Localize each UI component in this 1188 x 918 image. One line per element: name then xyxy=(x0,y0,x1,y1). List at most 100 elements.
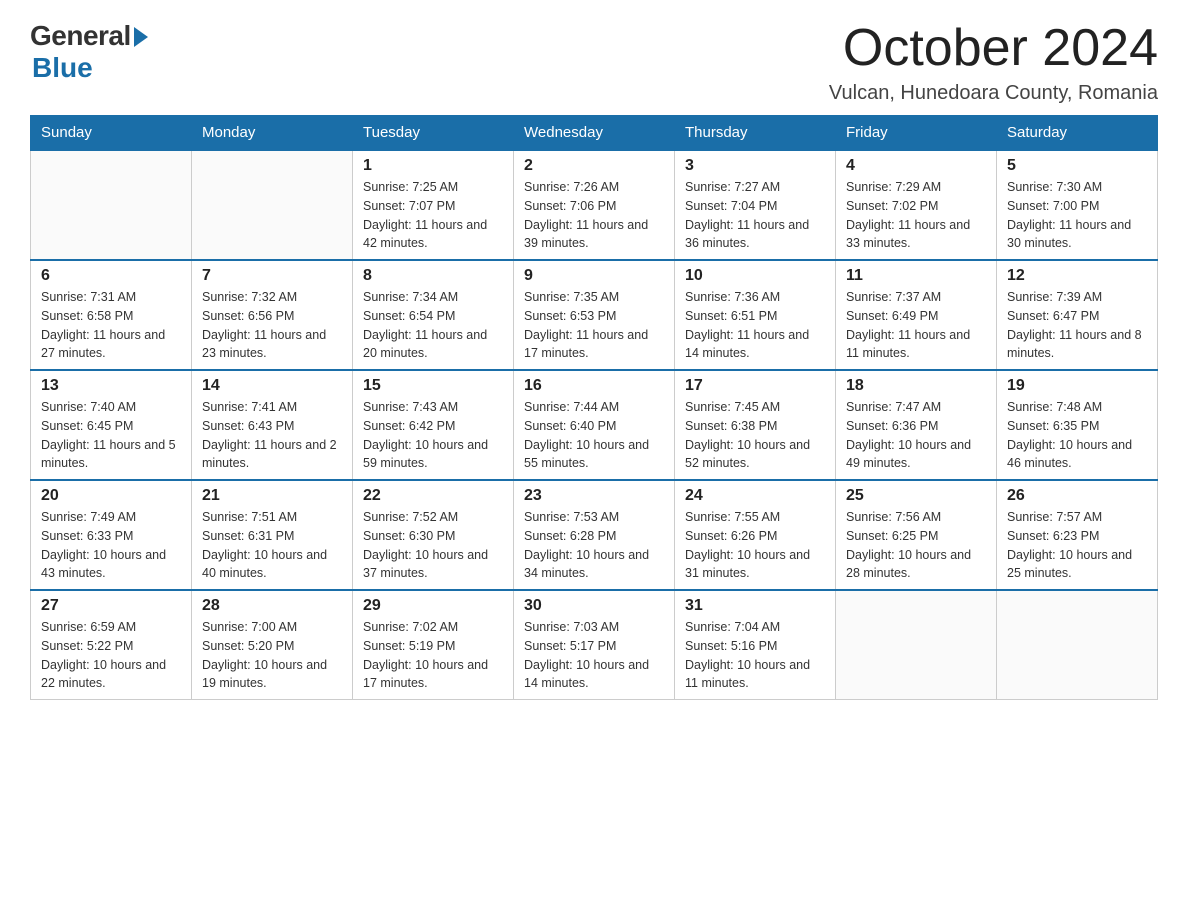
calendar-header-thursday: Thursday xyxy=(675,116,836,151)
day-number: 19 xyxy=(1007,377,1147,395)
month-title: October 2024 xyxy=(829,20,1158,77)
calendar-cell: 8 Sunrise: 7:34 AM Sunset: 6:54 PM Daylig… xyxy=(353,260,514,370)
day-info: Sunrise: 7:00 AM Sunset: 5:20 PM Dayligh… xyxy=(202,618,342,693)
day-number: 13 xyxy=(41,377,181,395)
calendar-cell: 3 Sunrise: 7:27 AM Sunset: 7:04 PM Daylig… xyxy=(675,150,836,260)
logo: General Blue xyxy=(30,20,148,84)
calendar-week-5: 27 Sunrise: 6:59 AM Sunset: 5:22 PM Dayli… xyxy=(31,590,1158,700)
calendar-week-2: 6Sunrise: 7:31 AM Sunset: 6:58 PM Daylig… xyxy=(31,260,1158,370)
calendar-cell xyxy=(997,590,1158,700)
day-info: Sunrise: 7:47 AM Sunset: 6:36 PM Dayligh… xyxy=(846,398,986,473)
day-info: Sunrise: 7:52 AM Sunset: 6:30 PM Dayligh… xyxy=(363,508,503,583)
day-number: 3 xyxy=(685,157,825,175)
calendar-cell: 26 Sunrise: 7:57 AM Sunset: 6:23 PM Dayli… xyxy=(997,480,1158,590)
day-info: Sunrise: 7:51 AM Sunset: 6:31 PM Dayligh… xyxy=(202,508,342,583)
day-info: Sunrise: 7:03 AM Sunset: 5:17 PM Dayligh… xyxy=(524,618,664,693)
day-info: Sunrise: 7:53 AM Sunset: 6:28 PM Dayligh… xyxy=(524,508,664,583)
logo-arrow-icon xyxy=(134,27,148,47)
calendar-week-1: 1 Sunrise: 7:25 AM Sunset: 7:07 PM Daylig… xyxy=(31,150,1158,260)
logo-general-text: General xyxy=(30,20,131,52)
day-info: Sunrise: 7:30 AM Sunset: 7:00 PM Dayligh… xyxy=(1007,178,1147,253)
day-number: 21 xyxy=(202,487,342,505)
day-info: Sunrise: 7:36 AM Sunset: 6:51 PM Dayligh… xyxy=(685,288,825,363)
logo-blue-text: Blue xyxy=(32,52,93,84)
day-number: 29 xyxy=(363,597,503,615)
day-number: 28 xyxy=(202,597,342,615)
calendar-cell: 29 Sunrise: 7:02 AM Sunset: 5:19 PM Dayli… xyxy=(353,590,514,700)
calendar-week-4: 20 Sunrise: 7:49 AM Sunset: 6:33 PM Dayli… xyxy=(31,480,1158,590)
calendar-cell: 20 Sunrise: 7:49 AM Sunset: 6:33 PM Dayli… xyxy=(31,480,192,590)
day-number: 2 xyxy=(524,157,664,175)
calendar-cell: 6Sunrise: 7:31 AM Sunset: 6:58 PM Daylig… xyxy=(31,260,192,370)
calendar-header-saturday: Saturday xyxy=(997,116,1158,151)
location-text: Vulcan, Hunedoara County, Romania xyxy=(829,82,1158,105)
day-number: 31 xyxy=(685,597,825,615)
day-info: Sunrise: 7:26 AM Sunset: 7:06 PM Dayligh… xyxy=(524,178,664,253)
calendar-cell: 23 Sunrise: 7:53 AM Sunset: 6:28 PM Dayli… xyxy=(514,480,675,590)
calendar-cell: 16Sunrise: 7:44 AM Sunset: 6:40 PM Dayli… xyxy=(514,370,675,480)
day-number: 18 xyxy=(846,377,986,395)
day-info: Sunrise: 7:48 AM Sunset: 6:35 PM Dayligh… xyxy=(1007,398,1147,473)
calendar-cell: 12Sunrise: 7:39 AM Sunset: 6:47 PM Dayli… xyxy=(997,260,1158,370)
day-number: 26 xyxy=(1007,487,1147,505)
day-info: Sunrise: 7:31 AM Sunset: 6:58 PM Dayligh… xyxy=(41,288,181,363)
day-info: Sunrise: 7:49 AM Sunset: 6:33 PM Dayligh… xyxy=(41,508,181,583)
calendar-cell: 25 Sunrise: 7:56 AM Sunset: 6:25 PM Dayli… xyxy=(836,480,997,590)
calendar-header-tuesday: Tuesday xyxy=(353,116,514,151)
calendar-cell: 7 Sunrise: 7:32 AM Sunset: 6:56 PM Daylig… xyxy=(192,260,353,370)
day-number: 11 xyxy=(846,267,986,285)
day-info: Sunrise: 7:39 AM Sunset: 6:47 PM Dayligh… xyxy=(1007,288,1147,363)
calendar-cell xyxy=(192,150,353,260)
calendar-cell: 21 Sunrise: 7:51 AM Sunset: 6:31 PM Dayli… xyxy=(192,480,353,590)
day-info: Sunrise: 7:04 AM Sunset: 5:16 PM Dayligh… xyxy=(685,618,825,693)
day-info: Sunrise: 7:44 AM Sunset: 6:40 PM Dayligh… xyxy=(524,398,664,473)
day-number: 20 xyxy=(41,487,181,505)
day-info: Sunrise: 7:02 AM Sunset: 5:19 PM Dayligh… xyxy=(363,618,503,693)
calendar-cell: 27 Sunrise: 6:59 AM Sunset: 5:22 PM Dayli… xyxy=(31,590,192,700)
day-number: 9 xyxy=(524,267,664,285)
calendar-cell: 15Sunrise: 7:43 AM Sunset: 6:42 PM Dayli… xyxy=(353,370,514,480)
calendar-cell xyxy=(31,150,192,260)
calendar-cell: 14 Sunrise: 7:41 AM Sunset: 6:43 PM Dayli… xyxy=(192,370,353,480)
day-info: Sunrise: 7:57 AM Sunset: 6:23 PM Dayligh… xyxy=(1007,508,1147,583)
day-number: 15 xyxy=(363,377,503,395)
day-info: Sunrise: 7:55 AM Sunset: 6:26 PM Dayligh… xyxy=(685,508,825,583)
calendar-cell: 2 Sunrise: 7:26 AM Sunset: 7:06 PM Daylig… xyxy=(514,150,675,260)
calendar-header-sunday: Sunday xyxy=(31,116,192,151)
day-number: 25 xyxy=(846,487,986,505)
calendar-cell: 13Sunrise: 7:40 AM Sunset: 6:45 PM Dayli… xyxy=(31,370,192,480)
day-number: 30 xyxy=(524,597,664,615)
day-info: Sunrise: 7:45 AM Sunset: 6:38 PM Dayligh… xyxy=(685,398,825,473)
calendar-cell: 22 Sunrise: 7:52 AM Sunset: 6:30 PM Dayli… xyxy=(353,480,514,590)
day-number: 27 xyxy=(41,597,181,615)
day-info: Sunrise: 7:37 AM Sunset: 6:49 PM Dayligh… xyxy=(846,288,986,363)
day-number: 14 xyxy=(202,377,342,395)
calendar-header-monday: Monday xyxy=(192,116,353,151)
calendar-cell: 10 Sunrise: 7:36 AM Sunset: 6:51 PM Dayli… xyxy=(675,260,836,370)
day-number: 8 xyxy=(363,267,503,285)
day-number: 10 xyxy=(685,267,825,285)
calendar-table: SundayMondayTuesdayWednesdayThursdayFrid… xyxy=(30,115,1158,700)
day-number: 24 xyxy=(685,487,825,505)
day-info: Sunrise: 6:59 AM Sunset: 5:22 PM Dayligh… xyxy=(41,618,181,693)
day-info: Sunrise: 7:25 AM Sunset: 7:07 PM Dayligh… xyxy=(363,178,503,253)
day-number: 23 xyxy=(524,487,664,505)
day-number: 17 xyxy=(685,377,825,395)
day-number: 1 xyxy=(363,157,503,175)
calendar-cell: 19 Sunrise: 7:48 AM Sunset: 6:35 PM Dayli… xyxy=(997,370,1158,480)
calendar-cell: 1 Sunrise: 7:25 AM Sunset: 7:07 PM Daylig… xyxy=(353,150,514,260)
day-info: Sunrise: 7:34 AM Sunset: 6:54 PM Dayligh… xyxy=(363,288,503,363)
day-number: 22 xyxy=(363,487,503,505)
calendar-cell: 5Sunrise: 7:30 AM Sunset: 7:00 PM Daylig… xyxy=(997,150,1158,260)
day-info: Sunrise: 7:27 AM Sunset: 7:04 PM Dayligh… xyxy=(685,178,825,253)
day-info: Sunrise: 7:32 AM Sunset: 6:56 PM Dayligh… xyxy=(202,288,342,363)
day-info: Sunrise: 7:56 AM Sunset: 6:25 PM Dayligh… xyxy=(846,508,986,583)
day-number: 7 xyxy=(202,267,342,285)
calendar-cell: 9 Sunrise: 7:35 AM Sunset: 6:53 PM Daylig… xyxy=(514,260,675,370)
calendar-header-wednesday: Wednesday xyxy=(514,116,675,151)
calendar-header-friday: Friday xyxy=(836,116,997,151)
day-info: Sunrise: 7:41 AM Sunset: 6:43 PM Dayligh… xyxy=(202,398,342,473)
calendar-cell: 18 Sunrise: 7:47 AM Sunset: 6:36 PM Dayli… xyxy=(836,370,997,480)
day-info: Sunrise: 7:35 AM Sunset: 6:53 PM Dayligh… xyxy=(524,288,664,363)
calendar-cell: 28 Sunrise: 7:00 AM Sunset: 5:20 PM Dayli… xyxy=(192,590,353,700)
